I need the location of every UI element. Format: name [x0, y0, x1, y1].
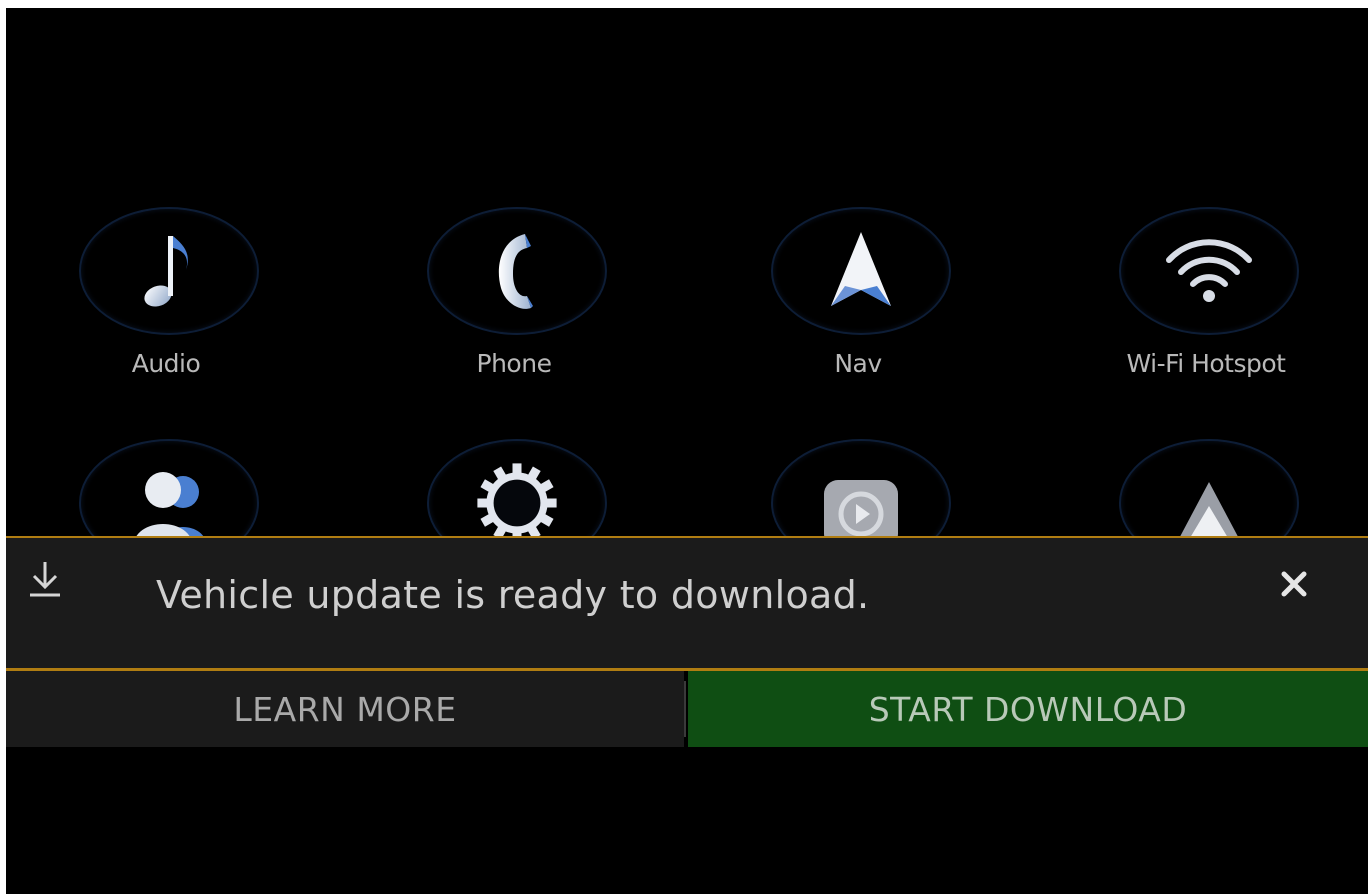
update-notification-banner: Vehicle update is ready to download.: [6, 536, 1368, 671]
phone-handset-icon: [427, 207, 607, 335]
infotainment-screen: Audio Phone Nav Wi-Fi Hotspot Vehicle up…: [6, 8, 1368, 894]
start-download-button[interactable]: START DOWNLOAD: [688, 671, 1368, 747]
button-divider: [684, 681, 686, 737]
navigation-arrow-icon: [771, 207, 951, 335]
learn-more-button[interactable]: LEARN MORE: [6, 671, 684, 747]
notification-actions: LEARN MORE START DOWNLOAD: [6, 671, 1368, 747]
app-label: Audio: [131, 349, 201, 378]
download-icon: [28, 560, 62, 600]
app-label: Wi-Fi Hotspot: [1126, 349, 1286, 378]
app-label: Phone: [476, 349, 552, 378]
notification-message: Vehicle update is ready to download.: [156, 573, 870, 617]
music-note-icon: [79, 207, 259, 335]
close-icon[interactable]: [1274, 564, 1314, 604]
app-label: Nav: [834, 349, 882, 378]
wifi-icon: [1119, 207, 1299, 335]
